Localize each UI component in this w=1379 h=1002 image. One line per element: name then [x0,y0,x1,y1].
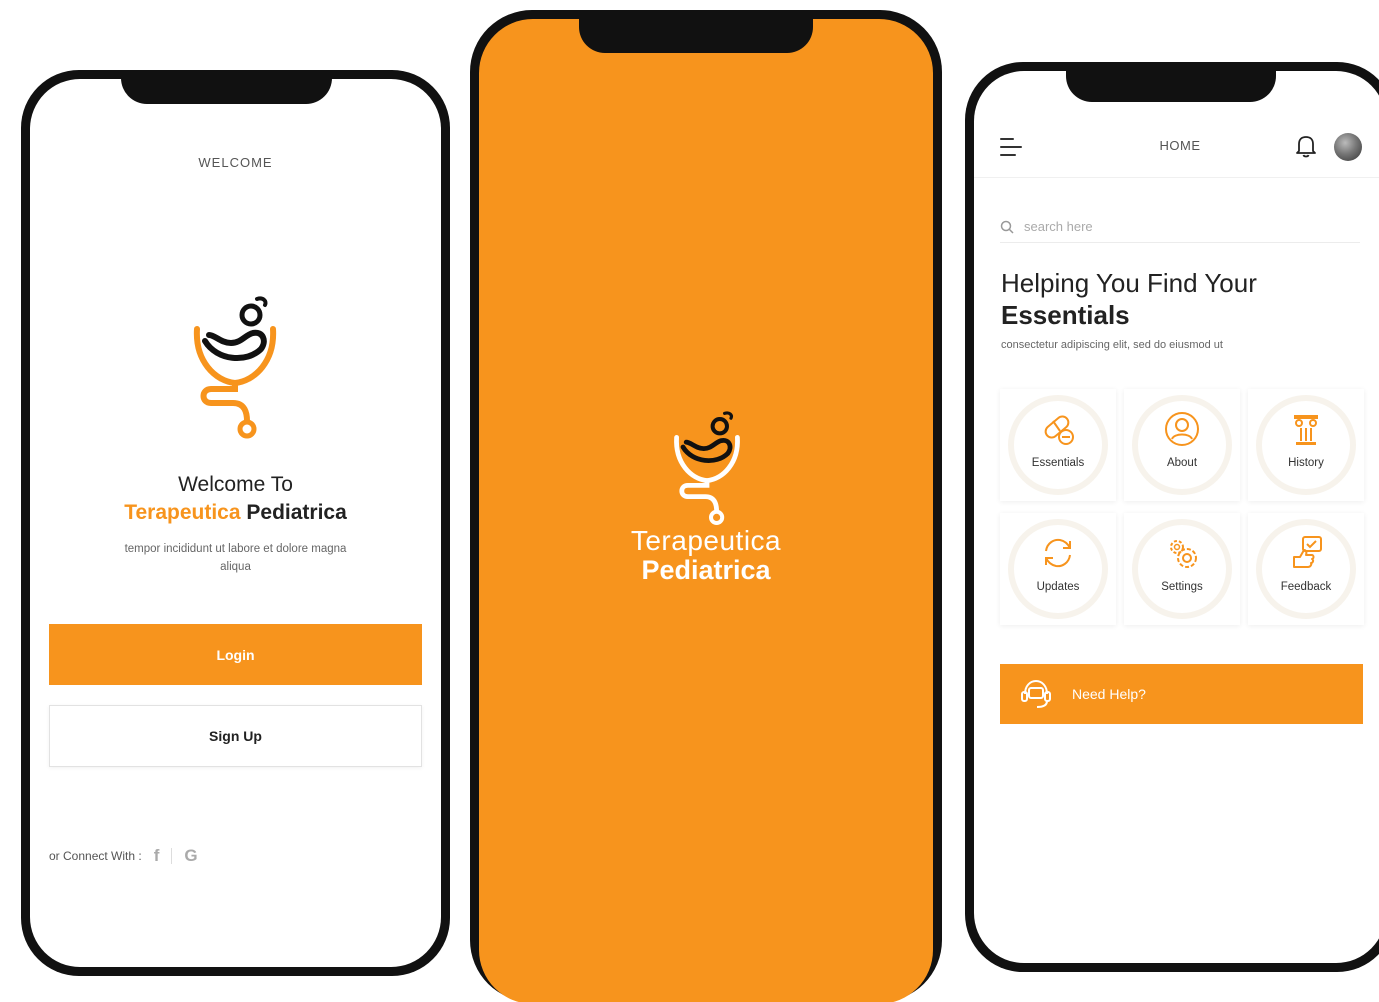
user-icon [1165,412,1199,446]
feedback-icon [1293,536,1322,568]
phone-notch [579,10,813,53]
welcome-phone-frame: WELCOME Welcome To Terapeutica Pediatric… [21,70,450,976]
search-bar[interactable]: search here [1000,211,1360,243]
terapeutica-logo-icon [674,411,740,525]
home-title: HOME [1159,138,1201,153]
social-divider [171,848,173,864]
splash-name-line2: Pediatrica [641,555,771,585]
tile-label: Essentials [1031,457,1085,469]
headline-line2: Essentials [1001,300,1130,330]
welcome-header: WELCOME [198,155,273,170]
search-icon [1000,220,1014,234]
home-header: HOME [974,116,1379,178]
welcome-screen: WELCOME Welcome To Terapeutica Pediatric… [30,79,441,967]
refresh-icon [1045,538,1071,568]
headline-subtitle: consectetur adipiscing elit, sed do eius… [1001,339,1223,351]
column-icon [1294,415,1318,445]
home-screen: HOME search here Helping You Find Your E… [974,71,1379,963]
need-help-button[interactable]: Need Help? [1000,664,1363,724]
headset-icon [1021,679,1051,708]
tile-label: Updates [1036,581,1080,593]
splash-name-line1: Terapeutica [630,525,782,556]
brand-first-word: Terapeutica [124,501,241,524]
avatar[interactable] [1334,133,1362,161]
social-connect: or Connect With : f G [49,844,198,868]
tile-label: About [1166,457,1198,469]
splash-screen: Terapeutica Pediatrica [479,19,933,1002]
phone-notch [1066,62,1276,102]
brand-name: Terapeutica Pediatrica [30,501,441,525]
tile-history[interactable]: History [1248,389,1364,501]
brand-second-word: Pediatrica [246,501,347,524]
login-button[interactable]: Login [49,624,422,685]
welcome-title: Welcome To [178,473,293,496]
headline-line1: Helping You Find Your [1001,268,1257,298]
phone-notch [121,70,332,104]
tile-feedback[interactable]: Feedback [1248,513,1364,625]
tile-about[interactable]: About [1124,389,1240,501]
need-help-label: Need Help? [1072,686,1146,702]
tile-essentials[interactable]: Essentials [1000,389,1116,501]
home-phone-frame: HOME search here Helping You Find Your E… [965,62,1379,972]
search-input[interactable]: search here [1024,219,1093,234]
tile-updates[interactable]: Updates [1000,513,1116,625]
google-icon[interactable]: G [184,846,197,866]
terapeutica-logo-icon [193,296,277,439]
gears-icon [1170,540,1197,568]
splash-phone-frame: Terapeutica Pediatrica [470,10,942,1002]
tile-settings[interactable]: Settings [1124,513,1240,625]
facebook-icon[interactable]: f [154,846,160,866]
tile-label: Settings [1161,581,1203,593]
welcome-description: tempor incididunt ut labore et dolore ma… [124,543,347,573]
connect-label: or Connect With : [49,849,142,863]
pills-icon [1044,415,1074,445]
signup-button[interactable]: Sign Up [49,705,422,767]
tile-label: Feedback [1280,581,1332,593]
tile-label: History [1288,457,1324,469]
bell-icon[interactable] [1295,134,1317,158]
